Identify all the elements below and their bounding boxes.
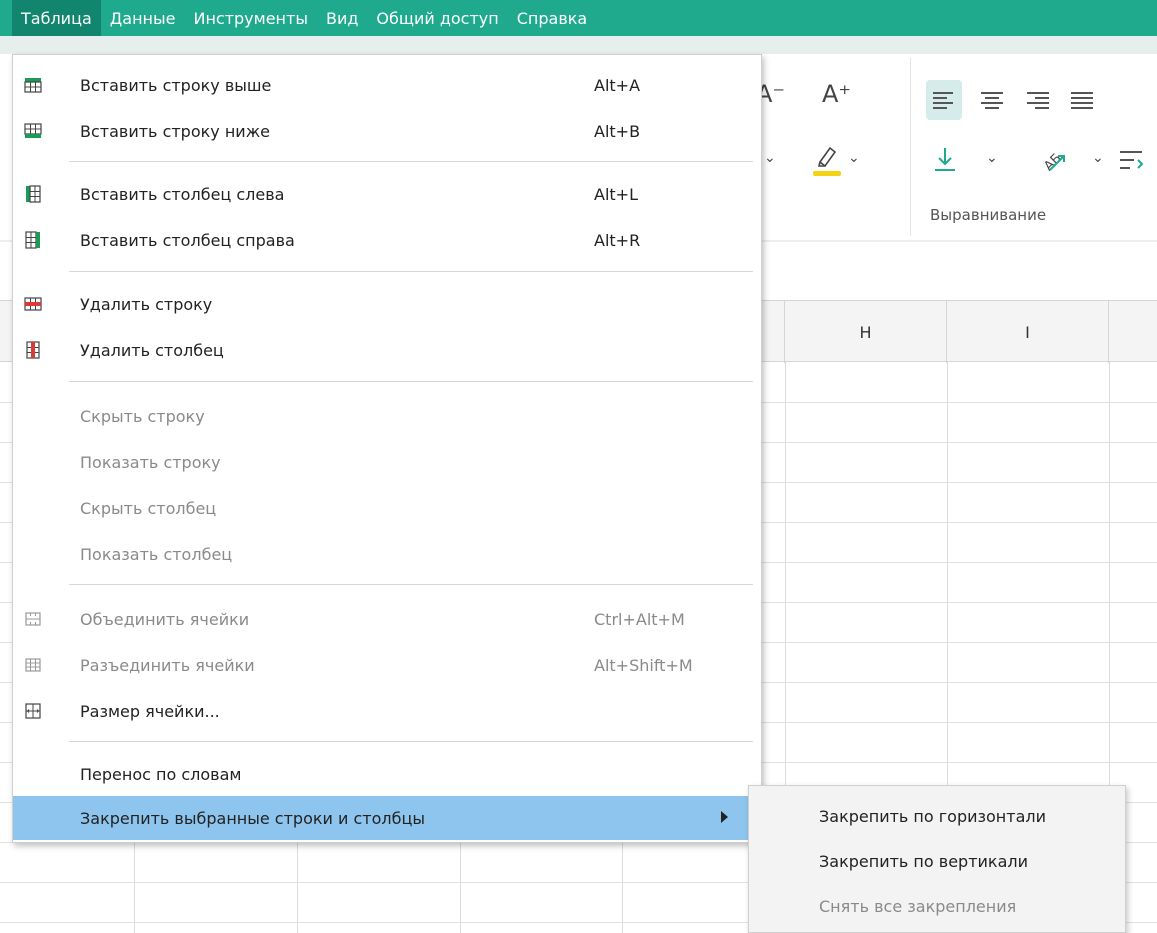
highlight-color-chevron-icon[interactable]: ⌄ (848, 150, 860, 166)
menu-item-label: Вставить столбец слева (80, 184, 285, 204)
highlight-color-button[interactable] (810, 138, 844, 178)
menu-separator (69, 161, 753, 162)
insert-column-right-icon (25, 231, 40, 249)
menu-item-label: Скрыть строку (80, 406, 205, 426)
merge-cells-icon (25, 612, 41, 626)
submenu-item-label: Снять все закрепления (819, 896, 1017, 916)
submenu-item-unfreeze-all[interactable]: Снять все закрепления (749, 884, 1125, 928)
unmerge-cells-icon (25, 658, 41, 672)
menu-item-insert-row-below[interactable]: Вставить строку ниже Alt+B (13, 109, 761, 153)
menu-item-show-column[interactable]: Показать столбец (13, 532, 761, 576)
insert-column-left-icon (26, 185, 41, 203)
submenu-item-label: Закрепить по горизонтали (819, 806, 1047, 826)
column-header-h[interactable]: H (785, 301, 947, 363)
menu-item-hide-row[interactable]: Скрыть строку (13, 394, 761, 438)
align-right-icon (1027, 91, 1049, 109)
menu-separator (69, 271, 753, 272)
menu-item-show-row[interactable]: Показать строку (13, 440, 761, 484)
menu-item-wrap-text[interactable]: Перенос по словам (13, 752, 761, 796)
align-center-icon (981, 91, 1003, 109)
cell-size-icon (25, 703, 41, 719)
menu-item-merge-cells[interactable]: Объединить ячейки Ctrl+Alt+M (13, 597, 761, 641)
menu-item-label: Размер ячейки... (80, 701, 220, 721)
freeze-submenu: Закрепить по горизонтали Закрепить по ве… (748, 785, 1126, 933)
menu-item-insert-row-above[interactable]: Вставить строку выше Alt+A (13, 63, 761, 107)
menu-tools[interactable]: Инструменты (184, 0, 317, 36)
align-justify-button[interactable] (1064, 80, 1100, 120)
highlighter-icon (813, 146, 841, 176)
wrap-text-ribbon-button[interactable] (1116, 144, 1146, 178)
submenu-arrow-icon (721, 811, 728, 823)
align-right-button[interactable] (1020, 80, 1056, 120)
menu-help[interactable]: Справка (508, 0, 597, 36)
text-rotation-chevron-icon[interactable]: ⌄ (1092, 150, 1104, 166)
menu-item-shortcut: Alt+L (594, 184, 638, 204)
vertical-align-chevron-icon[interactable]: ⌄ (986, 150, 998, 166)
menu-item-shortcut: Alt+R (594, 230, 641, 250)
menu-separator (69, 741, 753, 742)
menu-item-cell-size[interactable]: Размер ячейки... (13, 689, 761, 733)
align-center-button[interactable] (974, 80, 1010, 120)
column-header-i[interactable]: I (947, 301, 1109, 363)
menu-table[interactable]: Таблица (12, 0, 101, 36)
submenu-item-freeze-vertical[interactable]: Закрепить по вертикали (749, 839, 1125, 883)
align-left-button[interactable] (926, 80, 962, 120)
menu-item-label: Вставить строку выше (80, 75, 272, 95)
text-rotation-icon: АБ (1041, 151, 1065, 174)
font-color-chevron-icon[interactable]: ⌄ (764, 150, 776, 166)
wrap-text-icon (1120, 151, 1144, 169)
menu-item-shortcut: Ctrl+Alt+M (594, 609, 685, 629)
menu-bar-items: Таблица Данные Инструменты Вид Общий дос… (12, 0, 596, 36)
menu-item-shortcut: Alt+B (594, 121, 641, 141)
delete-row-icon (24, 297, 42, 311)
menu-sharing[interactable]: Общий доступ (367, 0, 507, 36)
menu-item-hide-column[interactable]: Скрыть столбец (13, 486, 761, 530)
delete-column-icon (26, 341, 40, 359)
menu-bar: Таблица Данные Инструменты Вид Общий дос… (0, 0, 1157, 54)
menu-item-label: Вставить столбец справа (80, 230, 295, 250)
menu-item-label: Скрыть столбец (80, 498, 217, 518)
menu-separator (69, 381, 753, 382)
submenu-item-freeze-horizontal[interactable]: Закрепить по горизонтали (749, 794, 1125, 838)
align-bottom-icon (935, 148, 955, 171)
menu-item-label: Перенос по словам (80, 764, 242, 784)
text-rotation-button[interactable]: АБ (1036, 138, 1072, 178)
menu-item-insert-column-left[interactable]: Вставить столбец слева Alt+L (13, 172, 761, 216)
menu-item-label: Объединить ячейки (80, 609, 250, 629)
align-left-icon (933, 91, 955, 109)
menu-view[interactable]: Вид (317, 0, 367, 36)
menu-item-delete-column[interactable]: Удалить столбец (13, 328, 761, 372)
font-increase-button[interactable]: A⁺ (822, 80, 851, 108)
alignment-group-label: Выравнивание (930, 206, 1047, 224)
menu-item-shortcut: Alt+Shift+M (594, 655, 693, 675)
menu-item-label: Удалить столбец (80, 340, 224, 360)
menu-item-label: Вставить строку ниже (80, 121, 270, 141)
menu-item-label: Показать строку (80, 452, 221, 472)
menu-item-delete-row[interactable]: Удалить строку (13, 282, 761, 326)
svg-text:АБ: АБ (1041, 151, 1064, 174)
menu-data[interactable]: Данные (101, 0, 185, 36)
insert-row-below-icon (24, 123, 42, 138)
menu-item-shortcut: Alt+A (594, 75, 641, 95)
menu-item-label: Закрепить выбранные строки и столбцы (80, 808, 426, 828)
insert-row-above-icon (24, 78, 42, 93)
submenu-item-label: Закрепить по вертикали (819, 851, 1028, 871)
menu-item-label: Удалить строку (80, 294, 213, 314)
menu-item-label: Разъединить ячейки (80, 655, 255, 675)
menu-item-unmerge-cells[interactable]: Разъединить ячейки Alt+Shift+M (13, 643, 761, 687)
menu-item-insert-column-right[interactable]: Вставить столбец справа Alt+R (13, 218, 761, 262)
menu-item-label: Показать столбец (80, 544, 233, 564)
menu-item-freeze-selected[interactable]: Закрепить выбранные строки и столбцы (13, 796, 761, 840)
menu-separator (69, 584, 753, 585)
align-justify-icon (1071, 91, 1093, 109)
ribbon-separator (910, 58, 911, 236)
vertical-align-bottom-button[interactable] (930, 142, 960, 178)
table-menu-dropdown: Вставить строку выше Alt+A Вставить стро… (12, 54, 762, 843)
